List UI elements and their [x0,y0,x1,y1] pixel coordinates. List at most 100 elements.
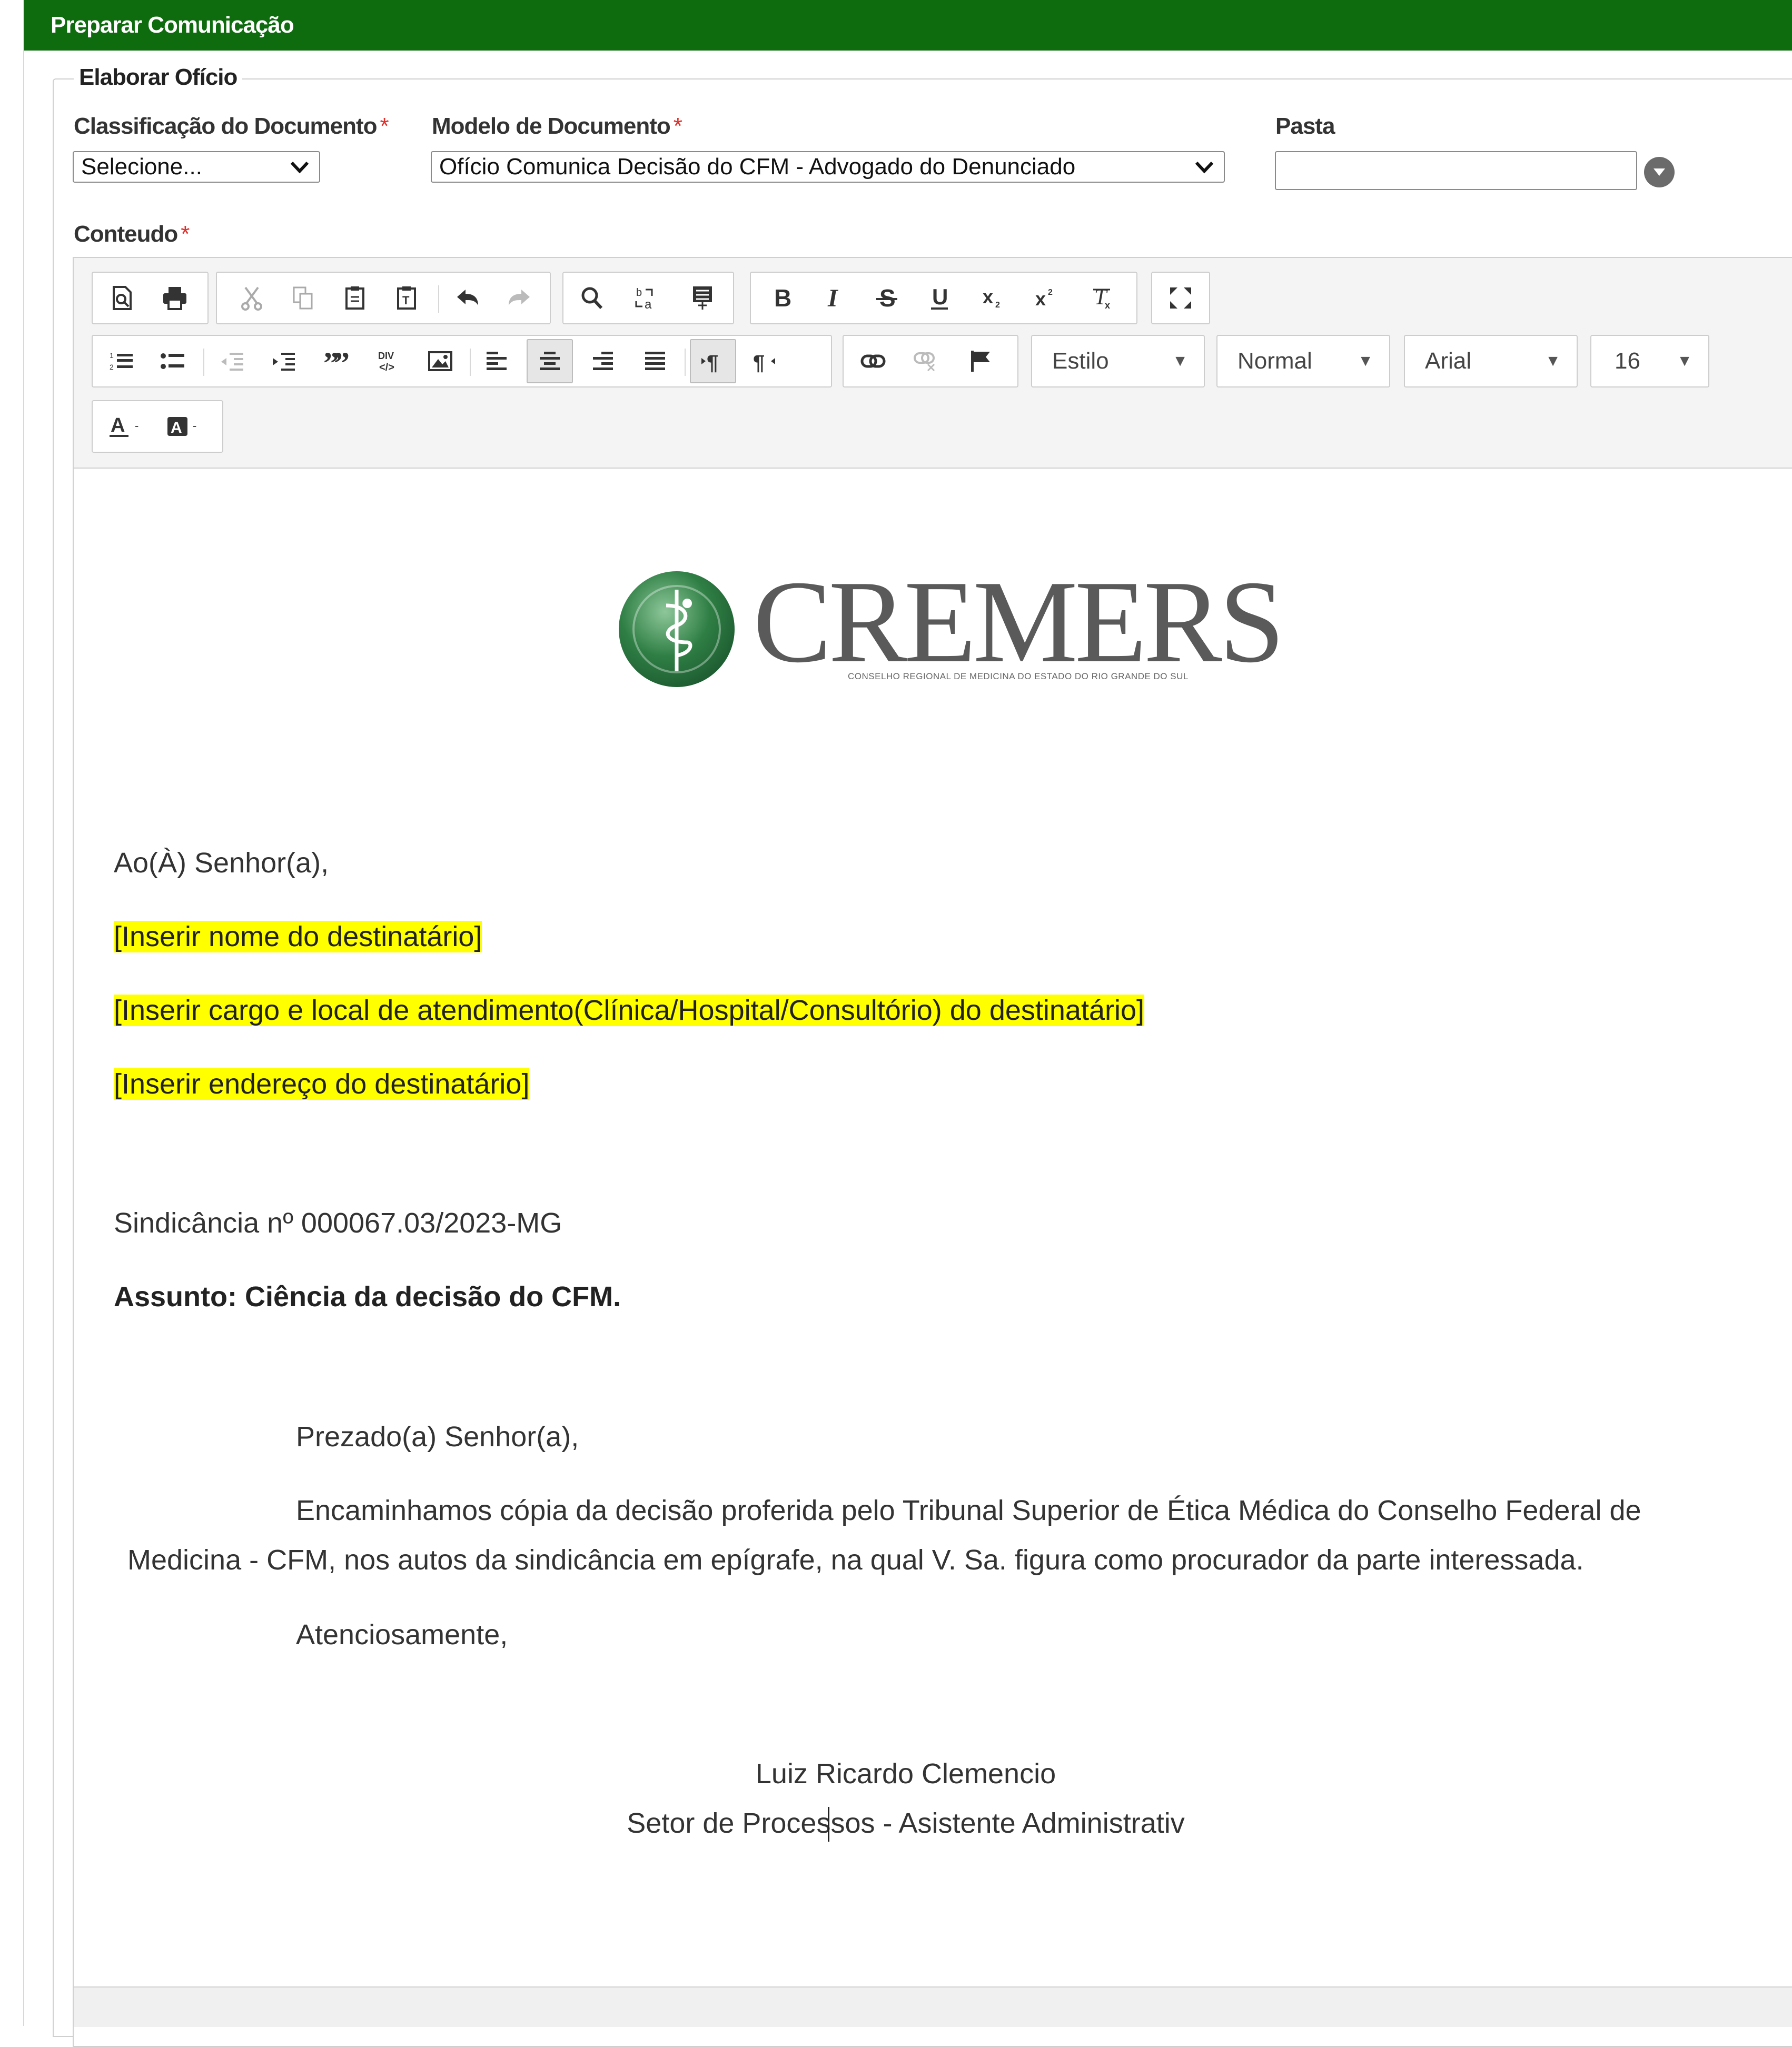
caduceus-emblem-icon [619,571,735,687]
font-combo[interactable]: Arial ▼ [1404,335,1578,387]
bulleted-list-button[interactable] [150,339,196,383]
svg-text:1: 1 [110,351,114,360]
strikethrough-icon: S [876,285,897,311]
greeting: Prezado(a) Senhor(a), [296,1421,579,1453]
create-div-button[interactable]: DIV </> [364,339,411,383]
svg-text:2: 2 [1048,288,1053,297]
classificacao-label-text: Classificação do Documento [74,113,377,139]
underline-button[interactable]: U [916,276,963,320]
panel-header: Preparar Comunicação [24,0,1792,51]
subscript-button[interactable]: x2 [969,276,1015,320]
signer-name: Luiz Ricardo Clemencio [755,1758,1056,1790]
svg-text:I: I [827,285,839,311]
superscript-icon: x2 [1035,288,1053,310]
align-center-button[interactable] [527,339,573,383]
numbered-list-icon: 12 [110,351,133,371]
svg-text:2: 2 [995,301,1000,310]
paste-icon [345,286,364,310]
chevron-down-icon [290,161,309,174]
strikethrough-button[interactable]: S [864,276,910,320]
svg-text:-: - [135,419,138,432]
reference-number: Sindicância nº 000067.03/2023-MG [114,1207,562,1239]
subject-line: Assunto: Ciência da decisão do CFM. [114,1281,621,1313]
preview-icon [113,286,132,310]
closing: Atenciosamente, [296,1619,508,1651]
print-button[interactable] [152,276,198,320]
anchor-icon [971,351,990,372]
copy-icon [293,286,313,310]
outdent-button[interactable] [209,339,255,383]
placeholder-recipient-address: [Inserir endereço do destinatário] [114,1068,530,1100]
svg-text:x: x [983,286,993,307]
required-asterisk: * [673,113,682,139]
preview-button[interactable] [99,276,145,320]
numbered-list-button[interactable]: 12 [98,339,144,383]
svg-text:-: - [193,419,196,432]
ltr-button[interactable]: ¶ [690,339,736,383]
pasta-dropdown-button[interactable] [1644,157,1675,187]
style-combo[interactable]: Estilo ▼ [1031,335,1205,387]
paste-button[interactable] [333,276,379,320]
blockquote-icon: ”” [323,351,349,372]
copy-button[interactable] [280,276,326,320]
signer-role: Setor de Processos - Asistente Administr… [627,1807,1185,1839]
modelo-select-value: Ofício Comunica Decisão do CFM - Advogad… [439,154,1076,180]
redo-icon [509,290,530,305]
svg-text:b: b [636,287,642,299]
svg-text:</>: </> [379,362,394,373]
svg-text:x: x [1105,300,1110,311]
unlink-icon [914,352,935,372]
text-color-icon: A- [110,414,138,437]
toolbar-group-links [843,335,1018,387]
remove-format-button[interactable]: Tx [1080,276,1126,320]
align-right-button[interactable] [579,339,626,383]
svg-text:A: A [171,419,182,436]
cut-button[interactable] [229,276,275,320]
paste-text-button[interactable]: T [384,276,431,320]
background-color-button[interactable]: A- [158,404,213,449]
text-color-button[interactable]: A- [100,404,155,449]
modelo-label: Modelo de Documento * [432,113,682,140]
align-left-button[interactable] [474,339,520,383]
justify-button[interactable] [632,339,678,383]
unlink-button[interactable] [903,339,949,383]
classificacao-select[interactable]: Selecione... [73,151,320,183]
conteudo-label: Conteudo * [74,221,190,247]
chevron-down-icon [1654,168,1665,176]
toolbar-group-colors: A- A- [92,400,223,453]
highlighted-text: [Inserir endereço do destinatário] [114,1068,530,1100]
cut-icon [241,286,262,311]
format-combo[interactable]: Normal ▼ [1216,335,1390,387]
select-all-button[interactable] [679,276,726,320]
link-button[interactable] [850,339,896,383]
find-button[interactable] [569,276,615,320]
subscript-icon: x2 [983,286,1000,310]
image-button[interactable] [417,339,463,383]
redo-button[interactable] [496,276,542,320]
logo-wordmark: CREMERS [753,557,1285,687]
font-size-combo[interactable]: 16 ▼ [1590,335,1709,387]
svg-text:2: 2 [110,363,114,371]
undo-button[interactable] [444,276,491,320]
anchor-button[interactable] [957,339,1004,383]
superscript-button[interactable]: x2 [1022,276,1068,320]
rtl-button[interactable]: ¶ [741,339,788,383]
modelo-select[interactable]: Ofício Comunica Decisão do CFM - Advogad… [431,151,1225,183]
justify-icon [645,352,665,370]
chevron-down-icon: ▼ [1545,352,1561,370]
svg-text:DIV: DIV [378,351,394,361]
cremers-logo: CREMERS CONSELHO REGIONAL DE MEDICINA DO… [616,561,1301,705]
indent-button[interactable] [260,339,306,383]
pasta-input[interactable] [1275,151,1637,190]
italic-button[interactable]: I [811,276,857,320]
editor-toolbar: T ba B I S U x2 [74,258,1792,469]
maximize-button[interactable] [1157,276,1204,320]
blockquote-button[interactable]: ”” [313,339,359,383]
replace-button[interactable]: ba [622,276,669,320]
toolbar-group-clipboard: T [216,272,551,324]
editor-document[interactable]: CREMERS CONSELHO REGIONAL DE MEDICINA DO… [74,469,1792,1985]
background-color-icon: A- [167,417,196,436]
left-border [23,0,24,2026]
bold-button[interactable]: B [758,276,805,320]
bold-icon: B [774,285,791,311]
